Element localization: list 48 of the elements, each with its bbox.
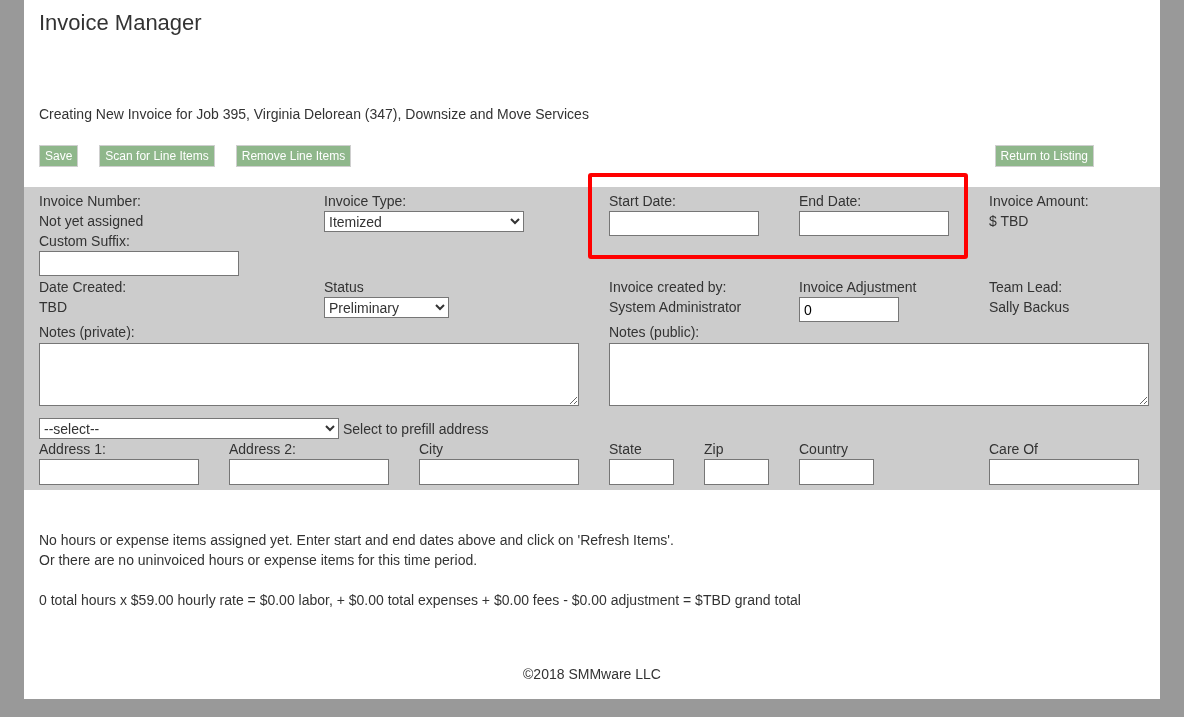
field-label: Invoice Amount: (989, 192, 1090, 211)
field-label: Invoice created by: (609, 278, 728, 297)
address-select[interactable]: --select-- (39, 418, 339, 439)
field-label: City (419, 440, 445, 459)
status-message: No hours or expense items assigned yet. Enter start and end dates above and click on 'Refresh Items'. (39, 531, 675, 550)
copyright-text: ©2018 SMMware LLC (523, 665, 661, 684)
totals-summary: 0 total hours x $59.00 hourly rate = $0.00 labor, + $0.00 total expenses + $0.00 fees - $0.00 adjustment = $TBD grand total (39, 591, 801, 610)
field-value: Not yet assigned (39, 212, 145, 231)
field-label: Start Date: (609, 192, 677, 211)
field-label: Care Of (989, 440, 1039, 459)
invoice-heading: Creating New Invoice for Job 395, Virginia Delorean (347), Downsize and Move Services (39, 105, 589, 124)
field-label: Notes (public): (609, 323, 701, 342)
field-label: Address 1: (39, 440, 107, 459)
field-value: Sally Backus (989, 298, 1071, 317)
field-value: TBD (39, 298, 68, 317)
address-field[interactable] (609, 459, 674, 485)
field-label: End Date: (799, 192, 863, 211)
field-label: Status (324, 278, 365, 297)
address-field[interactable] (419, 459, 579, 485)
field-label: Invoice Number: (39, 192, 142, 211)
field-value: $ TBD (989, 212, 1030, 231)
address-field[interactable] (229, 459, 389, 485)
prefill-hint: Select to prefill address (343, 419, 489, 439)
app-title: Invoice Manager (39, 10, 202, 36)
invoice-type-select[interactable]: Itemized (324, 211, 524, 232)
adjustment-field[interactable]: 0 (799, 297, 899, 322)
status-select[interactable]: Preliminary (324, 297, 449, 318)
address-field[interactable] (704, 459, 769, 485)
address-field[interactable] (799, 459, 874, 485)
field-label: Invoice Adjustment (799, 278, 918, 297)
field-label: Team Lead: (989, 278, 1064, 297)
status-message: Or there are no uninvoiced hours or expense items for this time period. (39, 551, 479, 570)
field-value: System Administrator (609, 298, 743, 317)
field-label: Country (799, 440, 850, 459)
field-label: Zip (704, 440, 725, 459)
field-label: Address 2: (229, 440, 297, 459)
end-date-field[interactable] (799, 211, 949, 236)
suffix-field[interactable] (39, 251, 239, 276)
public-notes-field[interactable] (609, 343, 1149, 406)
address-field[interactable] (989, 459, 1139, 485)
field-label: Invoice Type: (324, 192, 408, 211)
start-date-field[interactable] (609, 211, 759, 236)
field-label: Custom Suffix: (39, 232, 131, 251)
field-label: Notes (private): (39, 323, 136, 342)
address-field[interactable] (39, 459, 199, 485)
private-notes-field[interactable] (39, 343, 579, 406)
field-label: State (609, 440, 643, 459)
field-label: Date Created: (39, 278, 128, 297)
